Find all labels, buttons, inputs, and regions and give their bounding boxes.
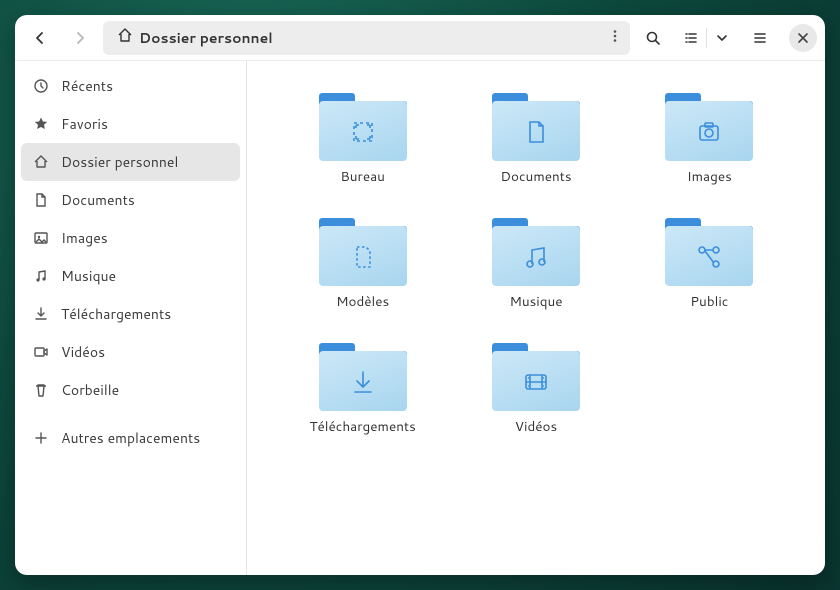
folder-label: Bureau [340,167,385,186]
sidebar-item-label: Téléchargements [61,304,171,324]
pathbar[interactable]: Dossier personnel [103,21,630,55]
download-icon [33,306,49,322]
search-button[interactable] [636,21,670,55]
icon-grid: Bureau Documents Images [281,89,791,436]
folder-bureau[interactable]: Bureau [281,89,444,186]
sidebar-item-label: Documents [61,190,135,210]
sidebar-item-videos[interactable]: Vidéos [15,333,246,371]
folder-templates[interactable]: Modèles [281,214,444,311]
back-button[interactable] [23,21,57,55]
sidebar-item-label: Dossier personnel [61,152,178,172]
image-icon [33,230,49,246]
sidebar-item-downloads[interactable]: Téléchargements [15,295,246,333]
folder-icon [492,89,580,161]
folder-label: Musique [509,292,562,311]
headerbar: Dossier personnel [15,15,825,61]
sidebar-item-label: Vidéos [61,342,105,362]
folder-public[interactable]: Public [628,214,791,311]
folder-icon [319,214,407,286]
file-manager-window: Dossier personnel [15,15,825,575]
home-icon [117,27,133,48]
breadcrumb-home[interactable]: Dossier personnel [111,23,279,52]
folder-icon [492,339,580,411]
clock-icon [33,78,49,94]
folder-label: Images [687,167,732,186]
sidebar-item-label: Musique [61,266,116,286]
view-dropdown-button[interactable] [707,21,737,55]
sidebar-item-label: Récents [61,76,113,96]
sidebar-item-recent[interactable]: Récents [15,67,246,105]
home-icon [33,154,49,170]
folder-label: Vidéos [515,417,557,436]
folder-documents[interactable]: Documents [454,89,617,186]
folder-label: Documents [500,167,571,186]
hamburger-menu-button[interactable] [743,21,777,55]
sidebar-item-images[interactable]: Images [15,219,246,257]
forward-button[interactable] [63,21,97,55]
sidebar-item-label: Favoris [61,114,108,134]
folder-label: Public [690,292,728,311]
video-icon [33,344,49,360]
plus-icon [33,430,49,446]
file-view[interactable]: Bureau Documents Images [247,61,825,575]
sidebar-item-trash[interactable]: Corbeille [15,371,246,409]
sidebar-item-music[interactable]: Musique [15,257,246,295]
sidebar-item-documents[interactable]: Documents [15,181,246,219]
folder-icon [665,89,753,161]
folder-label: Téléchargements [310,417,416,436]
sidebar-item-label: Images [61,228,108,248]
folder-images[interactable]: Images [628,89,791,186]
folder-music[interactable]: Musique [454,214,617,311]
music-icon [33,268,49,284]
sidebar-item-home[interactable]: Dossier personnel [21,143,240,181]
document-icon [33,192,49,208]
list-view-button[interactable] [676,21,706,55]
sidebar-item-other-locations[interactable]: Autres emplacements [15,419,246,457]
close-button[interactable] [789,24,817,52]
window-body: Récents Favoris Dossier personnel Docume… [15,61,825,575]
sidebar-item-label: Corbeille [61,380,119,400]
path-kebab-icon[interactable] [608,28,622,48]
sidebar-item-label: Autres emplacements [61,428,200,448]
star-icon [33,116,49,132]
sidebar-item-starred[interactable]: Favoris [15,105,246,143]
folder-icon [665,214,753,286]
folder-videos[interactable]: Vidéos [454,339,617,436]
folder-downloads[interactable]: Téléchargements [281,339,444,436]
folder-icon [319,339,407,411]
folder-icon [492,214,580,286]
sidebar: Récents Favoris Dossier personnel Docume… [15,61,247,575]
breadcrumb-label: Dossier personnel [139,28,273,48]
folder-label: Modèles [336,292,389,311]
trash-icon [33,382,49,398]
folder-icon [319,89,407,161]
view-mode-split [676,21,737,55]
